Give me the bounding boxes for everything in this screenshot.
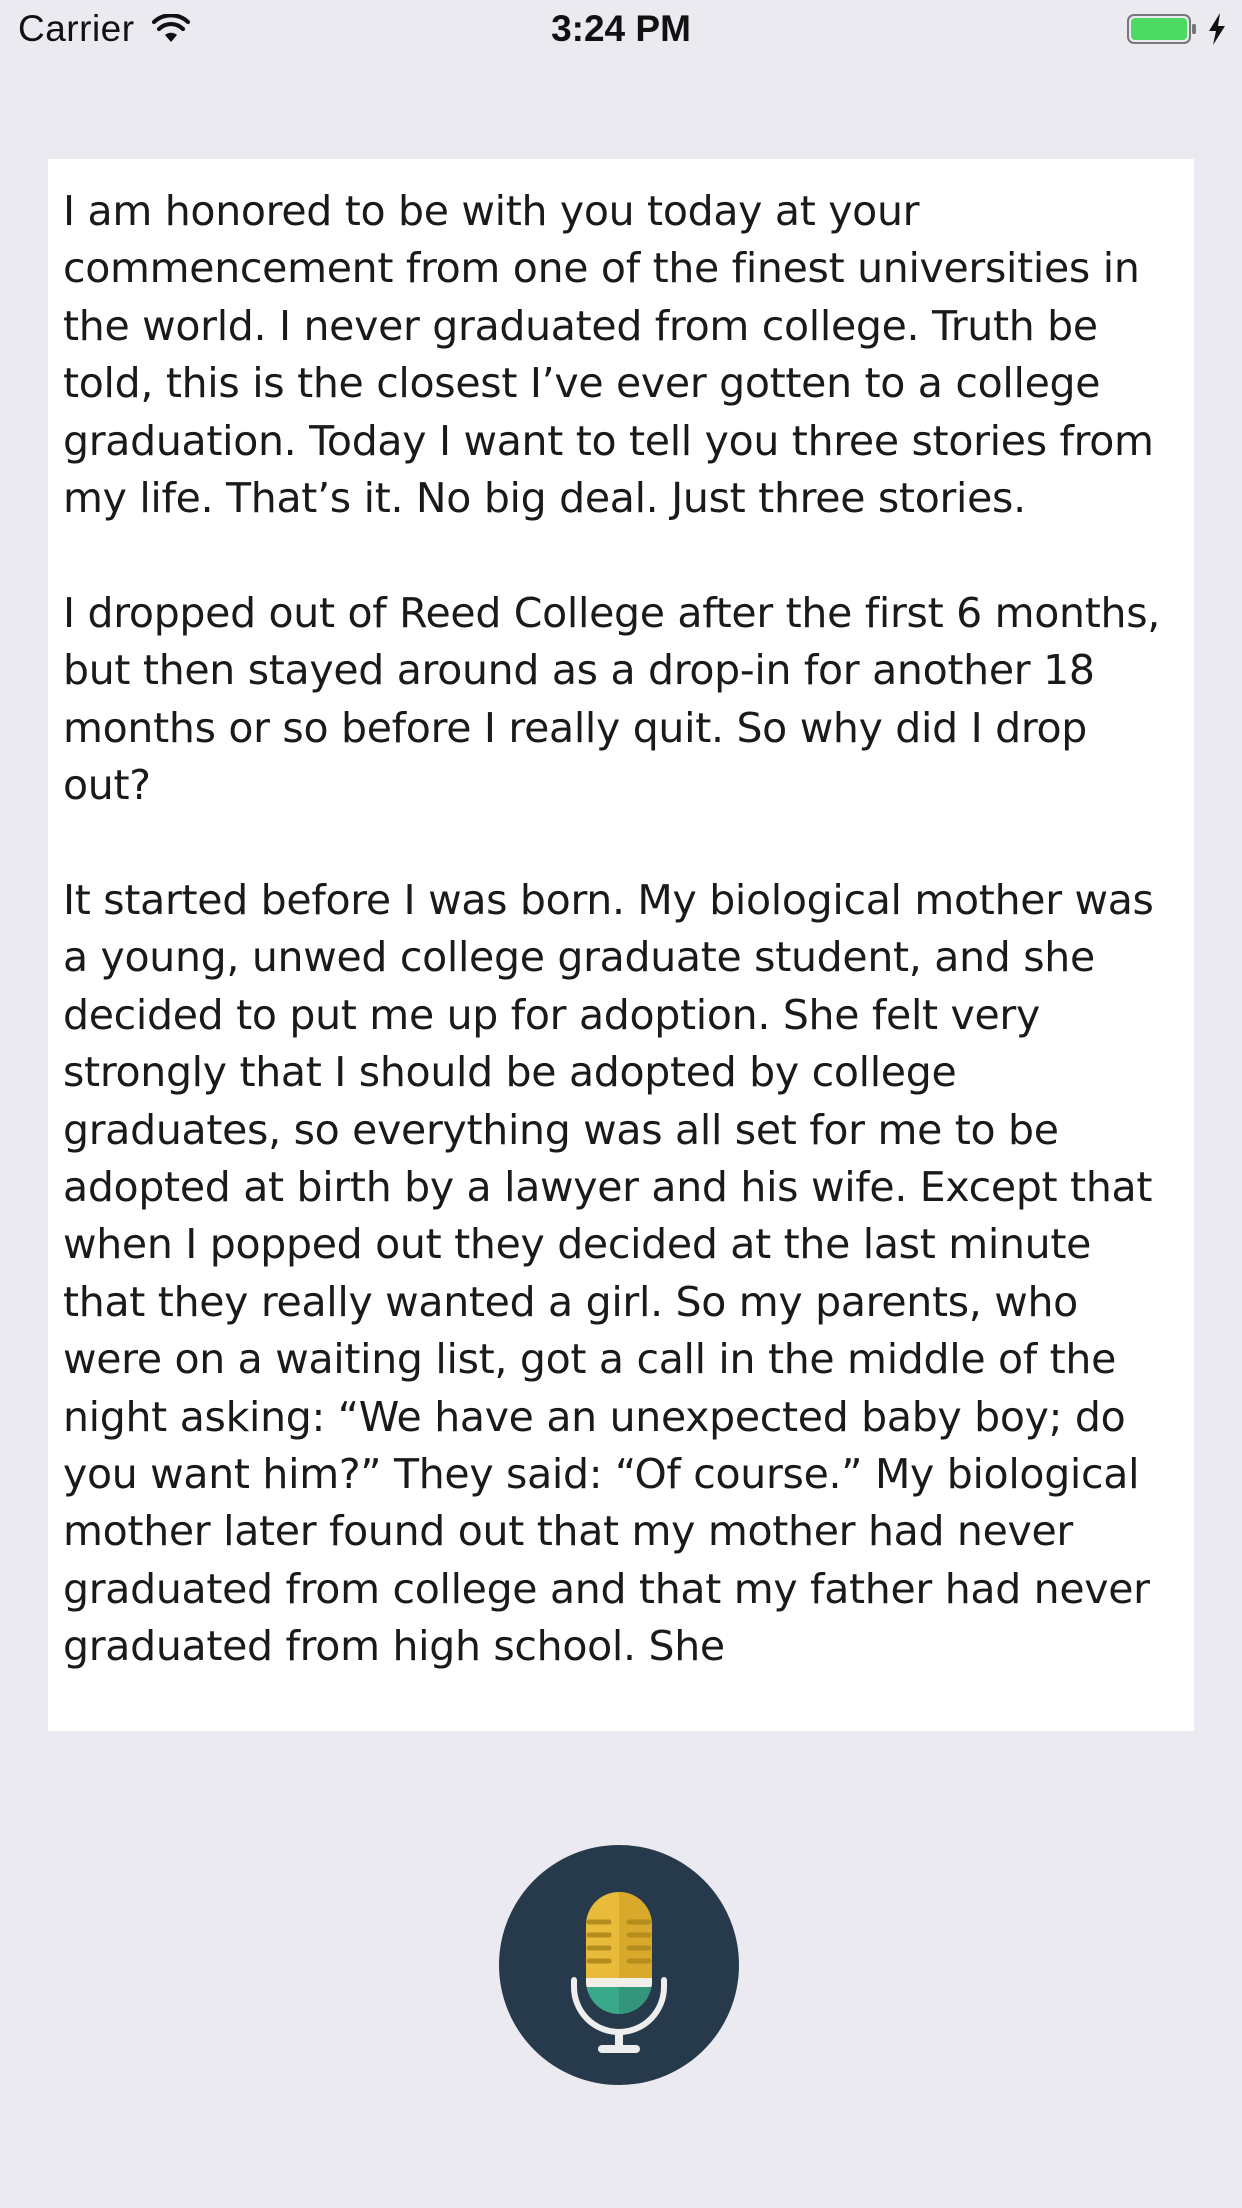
status-time: 3:24 PM xyxy=(551,8,691,49)
charging-bolt-icon xyxy=(1209,13,1225,45)
microphone-icon xyxy=(571,1892,667,2053)
battery-icon xyxy=(1127,14,1196,44)
record-button[interactable] xyxy=(499,1845,739,2085)
transcript-text-view[interactable]: I am honored to be with you today at you… xyxy=(48,159,1194,1731)
status-bar: Carrier 3:24 PM xyxy=(0,0,1242,60)
transcript-text: I am honored to be with you today at you… xyxy=(63,187,1160,1671)
